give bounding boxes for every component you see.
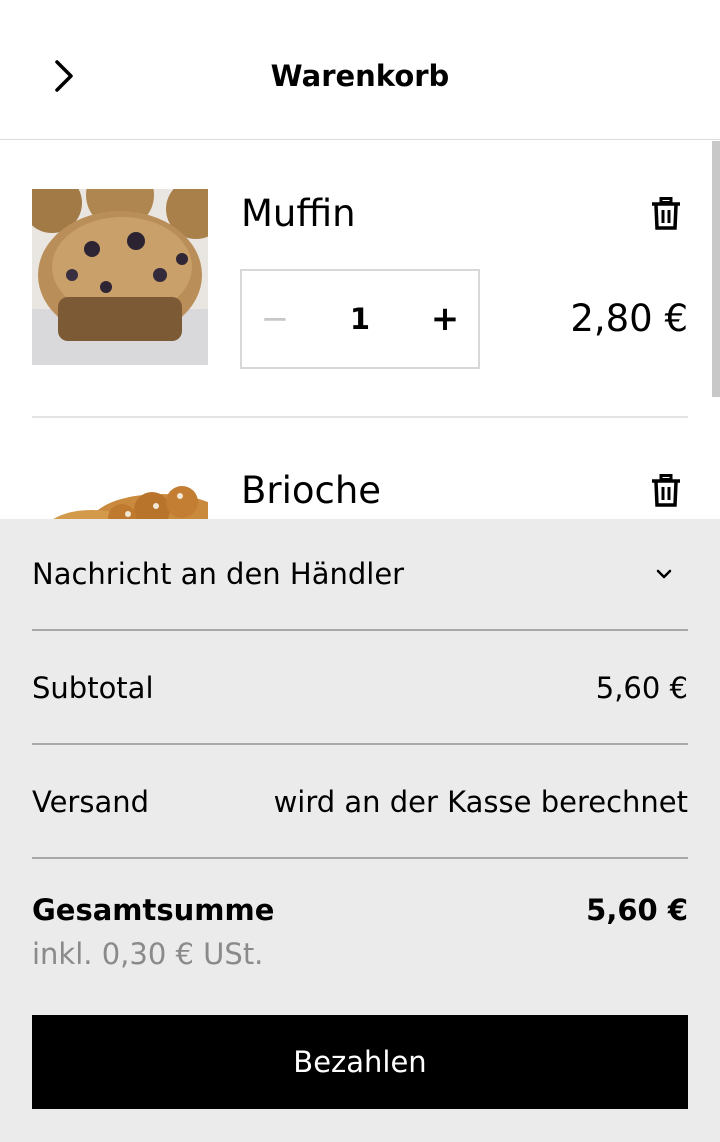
- tax-note: inkl. 0,30 € USt.: [32, 937, 264, 971]
- cart-item: Muffin − 1 + 2,80 €: [32, 141, 688, 418]
- shipping-row: Versand wird an der Kasse berechnet: [32, 777, 688, 827]
- remove-item-button[interactable]: [650, 197, 682, 231]
- merchant-message-label: Nachricht an den Händler: [32, 557, 405, 591]
- trash-icon: [652, 197, 680, 230]
- total-value: 5,60 €: [586, 893, 688, 927]
- app-header: Warenkorb: [0, 0, 720, 140]
- subtotal-row: Subtotal 5,60 €: [32, 663, 688, 713]
- subtotal-label: Subtotal: [32, 671, 154, 705]
- total-row: Gesamtsumme 5,60 €: [32, 887, 688, 933]
- trash-icon: [652, 474, 680, 507]
- quantity-stepper: − 1 +: [240, 269, 480, 369]
- shipping-label: Versand: [32, 785, 150, 819]
- total-label: Gesamtsumme: [32, 893, 275, 927]
- scrollbar[interactable]: [712, 141, 720, 397]
- divider: [32, 857, 688, 859]
- remove-item-button[interactable]: [650, 474, 682, 508]
- divider: [32, 743, 688, 745]
- order-summary: Nachricht an den Händler Subtotal 5,60 €…: [0, 519, 720, 1142]
- chevron-down-icon: [652, 562, 676, 586]
- product-image-brioche[interactable]: [32, 466, 208, 519]
- shipping-value: wird an der Kasse berechnet: [273, 785, 688, 819]
- decrease-quantity-button[interactable]: −: [242, 271, 308, 367]
- item-price: 2,80 €: [570, 297, 688, 340]
- merchant-message-toggle[interactable]: Nachricht an den Händler: [32, 549, 688, 599]
- cart-item: Brioche: [32, 418, 688, 519]
- item-name[interactable]: Brioche: [241, 468, 381, 514]
- subtotal-value: 5,60 €: [595, 671, 688, 705]
- cart-item-list[interactable]: Muffin − 1 + 2,80 € Brioche: [0, 141, 720, 519]
- page-title: Warenkorb: [270, 59, 450, 93]
- increase-quantity-button[interactable]: +: [412, 271, 478, 367]
- item-name[interactable]: Muffin: [241, 191, 356, 237]
- divider: [32, 629, 688, 631]
- pay-button[interactable]: Bezahlen: [32, 1015, 688, 1109]
- product-image-muffin[interactable]: [32, 189, 208, 365]
- quantity-value: 1: [349, 302, 371, 336]
